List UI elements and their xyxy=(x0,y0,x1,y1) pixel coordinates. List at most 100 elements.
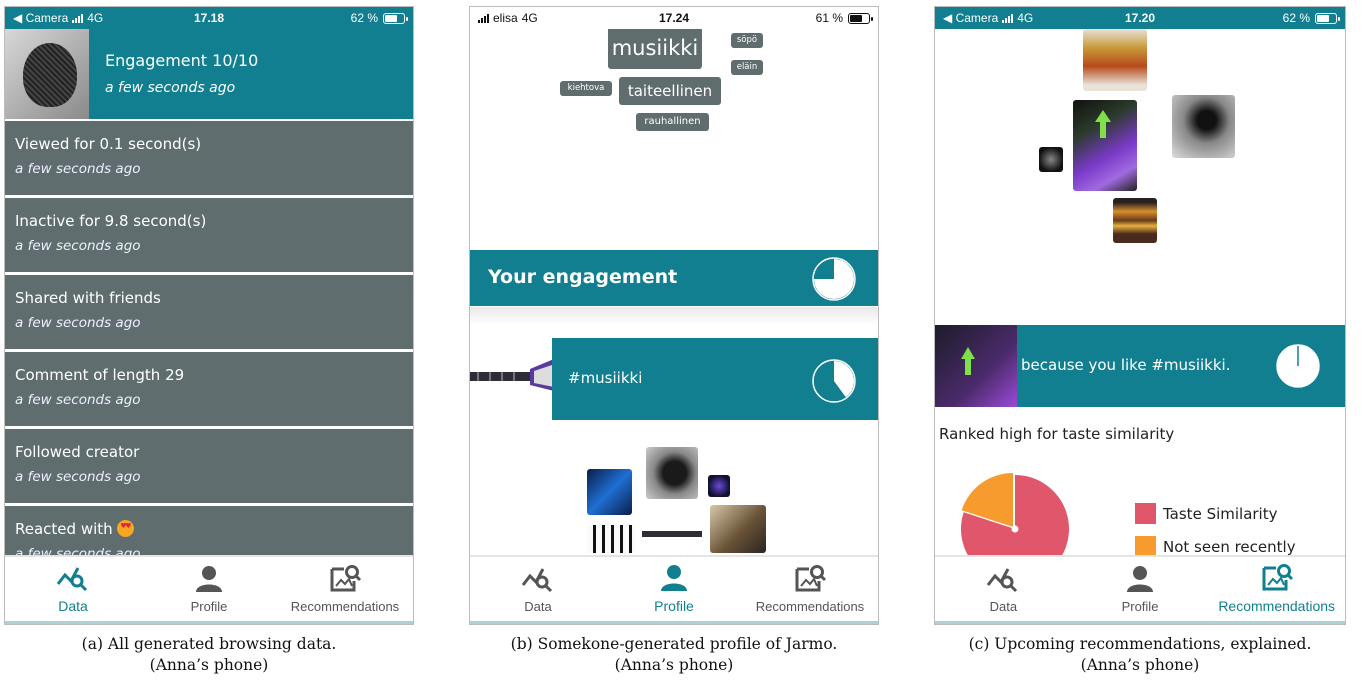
status-bar: ◀ Camera 4G 17.18 62 % xyxy=(5,7,413,29)
piano-thumbnail[interactable] xyxy=(587,525,635,553)
up-arrow-icon xyxy=(961,347,975,375)
tag-sopo[interactable]: söpö xyxy=(731,33,763,48)
small-object-thumbnail[interactable] xyxy=(1039,147,1063,172)
legend-swatch-not-seen-recently xyxy=(1135,536,1156,557)
up-arrow-icon xyxy=(1095,110,1111,138)
caption-c-line1: (c) Upcoming recommendations, explained. xyxy=(968,635,1312,653)
status-bar: elisa 4G 17.24 61 % xyxy=(470,7,878,29)
clock: 17.18 xyxy=(193,11,225,25)
nav-recommendations-label: Recommendations xyxy=(290,599,400,614)
caption-b: (b) Somekone-generated profile of Jarmo.… xyxy=(469,634,879,676)
tag-rauhallinen[interactable]: rauhallinen xyxy=(636,113,709,131)
event-title: Reacted with xyxy=(15,520,113,538)
nav-recommendations[interactable]: Recommendations xyxy=(742,557,878,624)
hashtag-pie xyxy=(812,359,856,403)
band-shadow xyxy=(470,307,878,337)
tag-kiehtova[interactable]: kiehtova xyxy=(560,81,612,96)
legend-label-taste-similarity: Taste Similarity xyxy=(1163,504,1278,523)
clock: 17.24 xyxy=(658,11,690,25)
nav-profile[interactable]: Profile xyxy=(141,557,277,624)
phone-screen-profile: elisa 4G 17.24 61 % musiikki söpö eläin … xyxy=(469,6,879,625)
reason-band[interactable]: because you like #musiikki. xyxy=(935,325,1345,407)
event-list: Viewed for 0.1 second(s) a few seconds ag… xyxy=(5,121,413,583)
list-item[interactable]: Viewed for 0.1 second(s) a few seconds ag… xyxy=(5,121,413,195)
clock: 17.20 xyxy=(1124,11,1156,25)
caption-a-line1: (a) All generated browsing data. xyxy=(81,635,337,653)
legend-item-taste-similarity: Taste Similarity xyxy=(1135,503,1278,524)
nav-recommendations-label: Recommendations xyxy=(755,599,865,614)
engagement-header[interactable]: Engagement 10/10 a few seconds ago xyxy=(5,29,413,119)
network-label: 4G xyxy=(521,11,538,25)
engagement-score: Engagement 10/10 xyxy=(105,51,259,70)
light-thumbnail[interactable] xyxy=(708,475,730,497)
ranking-explanation: Ranked high for taste similarity xyxy=(939,425,1175,443)
guitar-small-thumbnail[interactable] xyxy=(642,519,702,549)
guitar-closeup-thumbnail[interactable] xyxy=(710,505,766,553)
nav-data[interactable]: Data xyxy=(470,557,606,624)
nav-profile[interactable]: Profile xyxy=(1072,557,1209,624)
caption-b-line2: (Anna’s phone) xyxy=(614,656,734,674)
guitar-thumbnail xyxy=(470,359,558,391)
microphone-thumbnail[interactable] xyxy=(646,447,698,499)
data-chart-search-icon xyxy=(56,567,88,592)
bottom-nav: Data Profile Recommendations xyxy=(935,555,1345,624)
nav-recommendations[interactable]: Recommendations xyxy=(277,557,413,624)
event-title: Comment of length 29 xyxy=(15,366,185,384)
legend-swatch-taste-similarity xyxy=(1135,503,1156,524)
nav-data[interactable]: Data xyxy=(5,557,141,624)
person-icon xyxy=(1127,566,1153,592)
microphone-thumbnail[interactable] xyxy=(1172,95,1235,158)
signal-icon xyxy=(478,13,489,23)
phone-screen-recommendations: ◀ Camera 4G 17.20 62 % because you like … xyxy=(934,6,1346,625)
caption-a: (a) All generated browsing data. (Anna’s… xyxy=(4,634,414,676)
battery-percent: 62 % xyxy=(350,11,378,25)
back-to-camera-link[interactable]: ◀ Camera xyxy=(943,11,998,25)
reason-text: because you like #musiikki. xyxy=(1021,356,1231,374)
carrier-label: elisa xyxy=(493,11,518,25)
nav-profile-label: Profile xyxy=(654,598,694,614)
event-time: a few seconds ago xyxy=(15,315,141,331)
mixer-thumbnail[interactable] xyxy=(1073,100,1137,191)
list-item[interactable]: Inactive for 9.8 second(s) a few seconds … xyxy=(5,198,413,272)
engagement-pie xyxy=(812,257,856,301)
data-chart-search-icon xyxy=(987,568,1018,593)
back-to-camera-link[interactable]: ◀ Camera xyxy=(13,11,68,25)
list-item[interactable]: Followed creator a few seconds ago xyxy=(5,429,413,503)
caption-c-line2: (Anna’s phone) xyxy=(1080,656,1200,674)
tag-taiteellinen[interactable]: taiteellinen xyxy=(619,77,721,105)
nav-recommendations[interactable]: Recommendations xyxy=(1208,557,1345,624)
phone-screen-data: ◀ Camera 4G 17.18 62 % Engagement 10/10 … xyxy=(4,6,414,625)
burger-thumbnail[interactable] xyxy=(1113,198,1157,243)
legend-item-not-seen-recently: Not seen recently xyxy=(1135,536,1296,557)
battery-icon xyxy=(848,12,873,24)
battery-icon xyxy=(383,12,408,24)
event-time: a few seconds ago xyxy=(15,469,141,485)
network-label: 4G xyxy=(87,11,104,25)
nav-data-label: Data xyxy=(524,599,552,614)
event-time: a few seconds ago xyxy=(15,161,141,177)
event-title: Viewed for 0.1 second(s) xyxy=(15,135,202,153)
bottom-nav: Data Profile Recommendations xyxy=(5,555,413,624)
engagement-time: a few seconds ago xyxy=(105,80,236,96)
concert-thumbnail[interactable] xyxy=(587,469,632,515)
event-title: Inactive for 9.8 second(s) xyxy=(15,212,207,230)
nav-profile-label: Profile xyxy=(190,599,228,614)
hashtag-label: #musiikki xyxy=(568,369,643,387)
event-title: Followed creator xyxy=(15,443,140,461)
nav-data[interactable]: Data xyxy=(935,557,1072,624)
nav-profile[interactable]: Profile xyxy=(606,557,742,624)
list-item[interactable]: Shared with friends a few seconds ago xyxy=(5,275,413,349)
status-bar: ◀ Camera 4G 17.20 62 % xyxy=(935,7,1345,29)
list-item[interactable]: Comment of length 29 a few seconds ago xyxy=(5,352,413,426)
tag-musiikki[interactable]: musiikki xyxy=(608,27,702,69)
event-time: a few seconds ago xyxy=(15,238,141,254)
nav-profile-label: Profile xyxy=(1121,599,1159,614)
heart-eyes-emoji-icon xyxy=(117,520,135,537)
tag-elain[interactable]: eläin xyxy=(731,60,763,75)
image-search-icon xyxy=(1262,564,1293,591)
lego-figure-thumbnail[interactable] xyxy=(1083,29,1147,91)
data-chart-search-icon xyxy=(521,568,553,593)
legend-label-not-seen-recently: Not seen recently xyxy=(1163,537,1296,556)
event-title: Shared with friends xyxy=(15,289,161,307)
network-label: 4G xyxy=(1017,11,1034,25)
